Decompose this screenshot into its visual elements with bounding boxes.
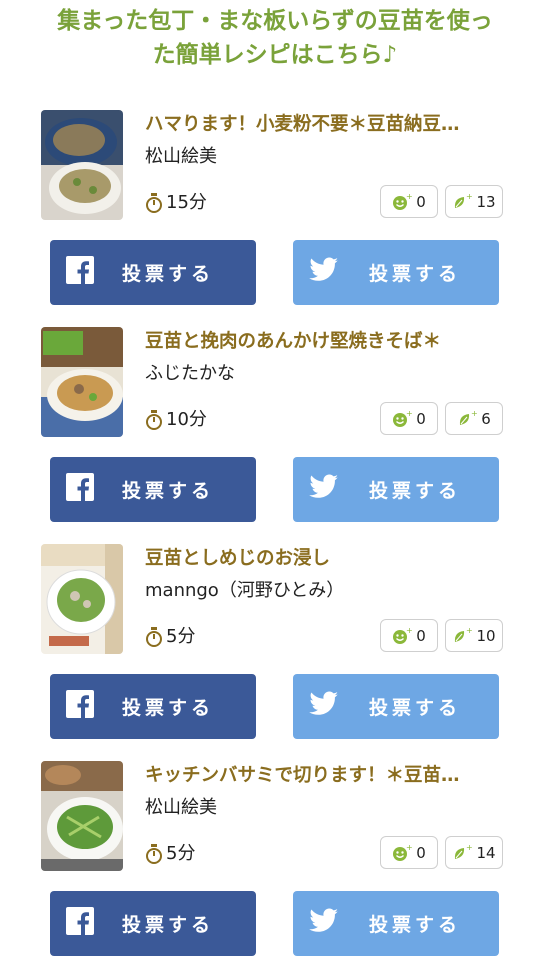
smile-count: 0: [416, 192, 426, 211]
recipe-title[interactable]: ハマります！小麦粉不要＊豆苗納豆…: [145, 112, 530, 138]
leaf-icon: +: [455, 193, 472, 208]
twitter-vote-button[interactable]: 投票する: [293, 891, 499, 956]
facebook-vote-button[interactable]: 投票する: [50, 240, 256, 305]
leaf-counter[interactable]: + 13: [445, 185, 503, 218]
recipe-title[interactable]: 豆苗と挽肉のあんかけ堅焼きそば＊: [145, 329, 530, 355]
facebook-icon: [66, 473, 94, 506]
vote-label: 投票する: [369, 697, 462, 719]
recipe-title[interactable]: 豆苗としめじのお浸し: [145, 546, 530, 572]
recipe-card: 豆苗としめじのお浸し manngo（河野ひとみ） 5分 + 0 + 10 投票す…: [0, 544, 550, 761]
vote-label: 投票する: [369, 480, 462, 502]
svg-text:+: +: [466, 627, 472, 635]
timer-icon: [145, 627, 163, 647]
recipe-card: キッチンバサミで切ります！＊豆苗… 松山絵美 5分 + 0 + 14 投票する …: [0, 761, 550, 978]
cook-time-value: 5分: [166, 843, 196, 864]
leaf-icon: +: [455, 844, 472, 859]
leaf-count: 6: [481, 409, 491, 428]
leaf-count: 13: [476, 192, 496, 211]
recipe-photo[interactable]: [41, 110, 123, 220]
twitter-vote-button[interactable]: 投票する: [293, 674, 499, 739]
smile-icon: +: [393, 844, 412, 861]
svg-text:+: +: [466, 844, 472, 852]
cook-time-value: 10分: [166, 409, 207, 430]
vote-label: 投票する: [122, 263, 215, 285]
leaf-counter[interactable]: + 6: [445, 402, 503, 435]
twitter-vote-button[interactable]: 投票する: [293, 240, 499, 305]
twitter-bird-icon: [309, 691, 339, 722]
recipe-photo[interactable]: [41, 327, 123, 437]
svg-text:+: +: [406, 410, 412, 418]
twitter-bird-icon: [309, 474, 339, 505]
leaf-icon: +: [455, 627, 472, 642]
facebook-vote-button[interactable]: 投票する: [50, 674, 256, 739]
smile-count: 0: [416, 409, 426, 428]
recipe-photo[interactable]: [41, 761, 123, 871]
smile-counter[interactable]: + 0: [380, 185, 438, 218]
cook-time: 10分: [145, 407, 207, 433]
facebook-icon: [66, 907, 94, 940]
svg-text:+: +: [406, 844, 412, 852]
vote-label: 投票する: [122, 914, 215, 936]
recipe-author: 松山絵美: [145, 797, 217, 818]
vote-label: 投票する: [122, 480, 215, 502]
recipe-title[interactable]: キッチンバサミで切ります！＊豆苗…: [145, 763, 530, 789]
heading-line-1: 集まった包丁・まな板いらずの豆苗を使っ: [57, 8, 493, 34]
leaf-count: 10: [476, 626, 496, 645]
recipe-card: ハマります！小麦粉不要＊豆苗納豆… 松山絵美 15分 + 0 + 13 投票する…: [0, 110, 550, 327]
svg-text:+: +: [406, 627, 412, 635]
recipe-author: 松山絵美: [145, 146, 217, 167]
svg-text:+: +: [466, 193, 472, 201]
recipe-author: ふじたかな: [145, 363, 235, 384]
smile-count: 0: [416, 843, 426, 862]
recipe-author: manngo（河野ひとみ）: [145, 580, 345, 601]
svg-text:+: +: [471, 410, 477, 418]
vote-label: 投票する: [369, 263, 462, 285]
timer-icon: [145, 193, 163, 213]
smile-icon: +: [393, 410, 412, 427]
vote-label: 投票する: [122, 697, 215, 719]
recipe-photo[interactable]: [41, 544, 123, 654]
page-heading: 集まった包丁・まな板いらずの豆苗を使っ た簡単レシピはこちら♪: [0, 0, 550, 86]
leaf-counter[interactable]: + 14: [445, 836, 503, 869]
cook-time-value: 15分: [166, 192, 207, 213]
twitter-bird-icon: [309, 908, 339, 939]
cook-time: 15分: [145, 190, 207, 216]
smile-icon: +: [393, 193, 412, 210]
smile-counter[interactable]: + 0: [380, 402, 438, 435]
facebook-vote-button[interactable]: 投票する: [50, 457, 256, 522]
recipe-card: 豆苗と挽肉のあんかけ堅焼きそば＊ ふじたかな 10分 + 0 + 6 投票する …: [0, 327, 550, 544]
vote-label: 投票する: [369, 914, 462, 936]
smile-counter[interactable]: + 0: [380, 836, 438, 869]
smile-counter[interactable]: + 0: [380, 619, 438, 652]
leaf-counter[interactable]: + 10: [445, 619, 503, 652]
leaf-count: 14: [476, 843, 496, 862]
timer-icon: [145, 844, 163, 864]
facebook-icon: [66, 256, 94, 289]
leaf-icon: +: [460, 410, 477, 425]
facebook-icon: [66, 690, 94, 723]
twitter-bird-icon: [309, 257, 339, 288]
smile-count: 0: [416, 626, 426, 645]
heading-line-2: た簡単レシピはこちら♪: [152, 42, 398, 68]
facebook-vote-button[interactable]: 投票する: [50, 891, 256, 956]
smile-icon: +: [393, 627, 412, 644]
timer-icon: [145, 410, 163, 430]
cook-time: 5分: [145, 841, 195, 867]
cook-time-value: 5分: [166, 626, 196, 647]
cook-time: 5分: [145, 624, 195, 650]
svg-text:+: +: [406, 193, 412, 201]
twitter-vote-button[interactable]: 投票する: [293, 457, 499, 522]
